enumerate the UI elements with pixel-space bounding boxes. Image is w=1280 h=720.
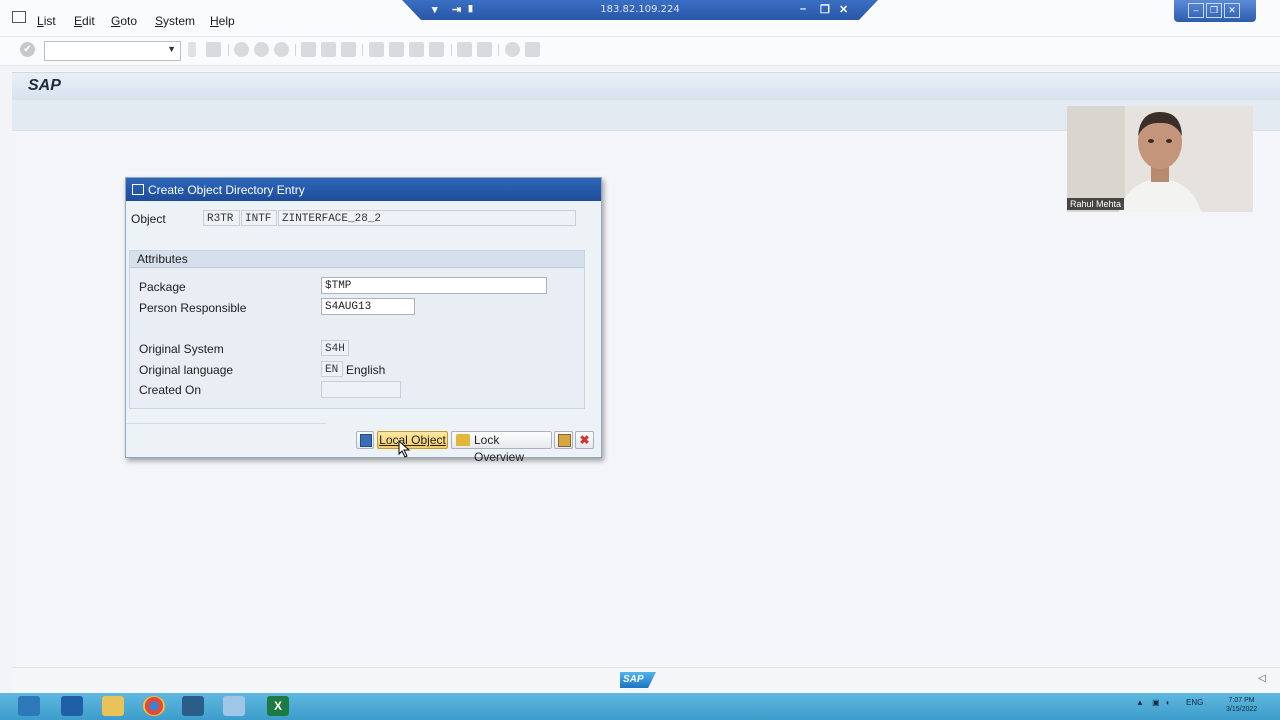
- original-language-label: Original language: [139, 363, 234, 377]
- close-icon[interactable]: ✕: [1224, 3, 1240, 18]
- rdp-close-icon[interactable]: ✕: [839, 3, 848, 16]
- page-title: SAP: [28, 77, 61, 94]
- original-language-code: EN: [321, 361, 343, 377]
- cancel-icon[interactable]: [274, 42, 289, 57]
- dialog-title-bar: Create Object Directory Entry: [126, 178, 601, 201]
- object-label: Object: [131, 212, 166, 226]
- print-icon[interactable]: [301, 42, 316, 57]
- toolbar-separator: [228, 44, 229, 56]
- minimize-icon[interactable]: –: [1188, 3, 1204, 18]
- language-indicator[interactable]: ENG: [1186, 698, 1203, 707]
- toolbar-separator: [295, 44, 296, 56]
- back-icon[interactable]: [234, 42, 249, 57]
- menu-list[interactable]: List: [37, 14, 56, 28]
- participant-name: Rahul Mehta: [1067, 198, 1125, 210]
- dialog-icon: [132, 184, 144, 195]
- layout-settings-icon[interactable]: [525, 42, 540, 57]
- package-input[interactable]: $TMP: [321, 277, 547, 294]
- enter-check-icon[interactable]: ✔: [20, 42, 35, 57]
- network-icon[interactable]: ▣: [1152, 698, 1160, 707]
- lock-overview-button[interactable]: Lock Overview: [451, 431, 552, 464]
- person-responsible-label: Person Responsible: [139, 301, 247, 315]
- object-list-icon: [558, 434, 571, 447]
- presenter-image: [1067, 106, 1253, 212]
- exit-icon[interactable]: [254, 42, 269, 57]
- dialog-title: Create Object Directory Entry: [148, 183, 305, 197]
- rdp-restore-icon[interactable]: ❐: [820, 3, 830, 16]
- menu-goto[interactable]: Goto: [111, 14, 137, 28]
- object-list-button[interactable]: [554, 431, 573, 449]
- save-button[interactable]: [356, 431, 374, 449]
- previous-page-icon[interactable]: [389, 42, 404, 57]
- object-name: ZINTERFACE_28_2: [278, 210, 576, 226]
- attributes-header: Attributes: [130, 251, 584, 268]
- status-collapse-icon[interactable]: ◁: [1258, 673, 1266, 684]
- sap-logon-icon[interactable]: [182, 696, 204, 716]
- toolbar-separator: [362, 44, 363, 56]
- start-icon[interactable]: [18, 696, 40, 716]
- help-icon[interactable]: [505, 42, 520, 57]
- volume-icon[interactable]: ◖: [1165, 698, 1170, 707]
- system-tray: ▲ ▣ ◖ ENG: [1136, 698, 1203, 707]
- package-label: Package: [139, 280, 186, 294]
- toolbar-separator: [451, 44, 452, 56]
- close-icon: ✖: [579, 433, 590, 447]
- command-field[interactable]: ▼: [44, 41, 181, 61]
- menu-edit[interactable]: Edit: [74, 14, 95, 28]
- toolbar-separator: [498, 44, 499, 56]
- tray-expand-icon[interactable]: ▲: [1136, 698, 1144, 707]
- find-next-icon[interactable]: [341, 42, 356, 57]
- lock-overview-icon: [456, 434, 470, 446]
- excel-icon[interactable]: X: [267, 696, 289, 716]
- remote-ip: 183.82.109.224: [600, 4, 680, 15]
- powershell-icon[interactable]: [61, 696, 83, 716]
- menu-system[interactable]: System: [155, 14, 195, 28]
- remote-connection-bar: ▾ ⇥ ▮ 183.82.109.224 – ❐ ✕: [402, 0, 878, 20]
- mouse-cursor-icon: [398, 440, 411, 458]
- window-controls: – ❐ ✕: [1174, 0, 1256, 22]
- sap-gui-icon[interactable]: [223, 696, 245, 716]
- history-icon[interactable]: [188, 42, 196, 57]
- chrome-icon[interactable]: [143, 696, 165, 716]
- title-bar: [12, 72, 1280, 101]
- created-on-value: [321, 381, 401, 398]
- original-language-text: English: [346, 363, 386, 377]
- attributes-group: Attributes Package $TMP Person Responsib…: [129, 250, 585, 409]
- attributes-title: Attributes: [137, 252, 188, 266]
- first-page-icon[interactable]: [369, 42, 384, 57]
- cancel-button[interactable]: ✖: [575, 431, 594, 449]
- taskbar-time: 7:07 PM: [1228, 697, 1255, 704]
- object-type: INTF: [241, 210, 277, 226]
- original-system-value: S4H: [321, 340, 349, 356]
- object-program-id: R3TR: [203, 210, 240, 226]
- menu-help[interactable]: Help: [210, 14, 235, 28]
- chevron-down-icon[interactable]: ▼: [167, 44, 176, 54]
- maximize-icon[interactable]: ❐: [1206, 3, 1222, 18]
- save-icon[interactable]: [206, 42, 221, 57]
- last-page-icon[interactable]: [429, 42, 444, 57]
- menu-icon[interactable]: [12, 11, 26, 23]
- lock-overview-label: Lock Overview: [474, 433, 525, 464]
- create-object-directory-dialog: Create Object Directory Entry Object R3T…: [125, 177, 602, 464]
- webcam-video: Rahul Mehta: [1067, 106, 1253, 212]
- taskbar-date: 3/15/2022: [1226, 706, 1258, 713]
- divider: [126, 423, 326, 424]
- taskbar-clock[interactable]: 7:07 PM 3/15/2022: [1226, 696, 1257, 714]
- shortcut-icon[interactable]: [477, 42, 492, 57]
- save-icon: [360, 434, 372, 447]
- file-explorer-icon[interactable]: [102, 696, 124, 716]
- find-icon[interactable]: [321, 42, 336, 57]
- original-system-label: Original System: [139, 342, 224, 356]
- rdp-minimize-icon[interactable]: –: [800, 3, 806, 15]
- new-session-icon[interactable]: [457, 42, 472, 57]
- created-on-label: Created On: [139, 383, 202, 397]
- next-page-icon[interactable]: [409, 42, 424, 57]
- person-responsible-input[interactable]: S4AUG13: [321, 298, 415, 315]
